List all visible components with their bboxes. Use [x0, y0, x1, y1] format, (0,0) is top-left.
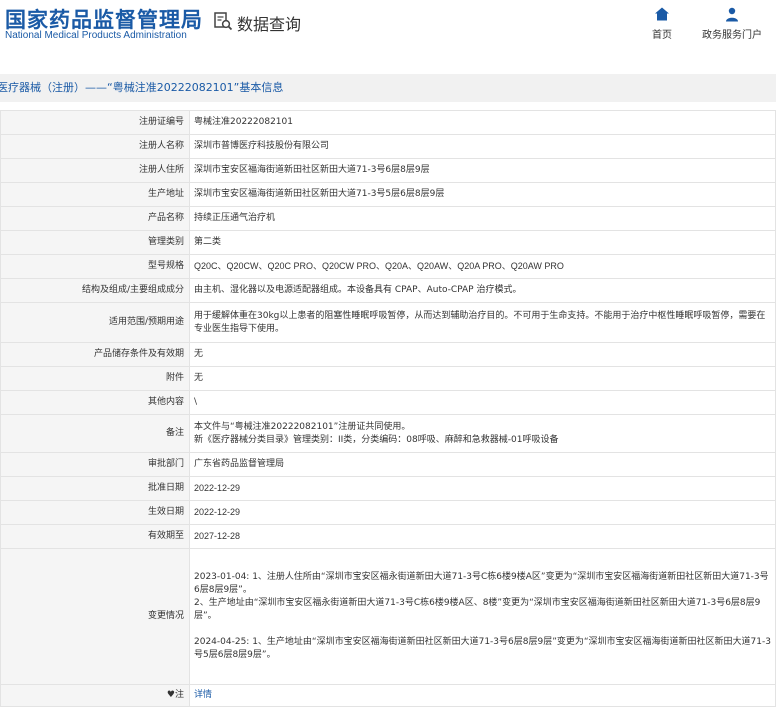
- field-value: 2022-12-29: [189, 476, 776, 501]
- field-label: 有效期至: [0, 524, 190, 549]
- field-value: 深圳市普博医疗科技股份有限公司: [189, 134, 776, 159]
- field-label: 产品名称: [0, 206, 190, 231]
- field-label: 结构及组成/主要组成成分: [0, 278, 190, 303]
- device-info-table: 注册证编号 粤械注准20222082101 注册人名称 深圳市普博医疗科技股份有…: [0, 110, 776, 707]
- data-query-label: 数据查询: [237, 15, 302, 34]
- field-label: 注册人名称: [0, 134, 190, 159]
- detail-title: 医疗器械（注册）——“粤械注准20222082101”基本信息: [0, 81, 284, 94]
- table-row: 适用范围/预期用途 用于缓解体重在30kg以上患者的阻塞性睡眠呼吸暂停，从而达到…: [0, 302, 776, 343]
- table-row: 注册人名称 深圳市普博医疗科技股份有限公司: [0, 134, 776, 159]
- change-entry: 2、生产地址由“深圳市宝安区福永街道新田大道71-3号C栋6楼9楼A区、8楼”变…: [194, 598, 761, 621]
- field-value: 广东省药品监督管理局: [189, 452, 776, 477]
- field-label: 注册证编号: [0, 110, 190, 135]
- field-value: 2027-12-28: [189, 524, 776, 549]
- field-value: 用于缓解体重在30kg以上患者的阻塞性睡眠呼吸暂停，从而达到辅助治疗目的。不可用…: [189, 302, 776, 343]
- table-row: 产品储存条件及有效期 无: [0, 342, 776, 367]
- change-entry: 2023-01-04: 1、注册人住所由“深圳市宝安区福永街道新田大道71-3号…: [194, 572, 769, 595]
- field-label: 审批部门: [0, 452, 190, 477]
- field-label: 生效日期: [0, 500, 190, 525]
- table-row: 型号规格 Q20C、Q20CW、Q20C PRO、Q20CW PRO、Q20A、…: [0, 254, 776, 279]
- table-row: 生效日期 2022-12-29: [0, 500, 776, 525]
- field-label: 附件: [0, 366, 190, 391]
- search-document-icon: [214, 12, 233, 31]
- table-row: 管理类别 第二类: [0, 230, 776, 255]
- field-label: 变更情况: [0, 548, 190, 685]
- field-value: 由主机、湿化器以及电源适配器组成。本设备具有 CPAP、Auto-CPAP 治疗…: [189, 278, 776, 303]
- field-value: 无: [189, 342, 776, 367]
- note-line: 本文件与“粤械注准20222082101”注册证共同使用。: [194, 421, 411, 432]
- field-label: 批准日期: [0, 476, 190, 501]
- table-row: ♥注 详情: [0, 684, 776, 707]
- change-entry: 2024-04-25: 1、生产地址由“深圳市宝安区福海街道新田社区新田大道71…: [194, 637, 771, 660]
- note-line: 新《医疗器械分类目录》管理类别：II类，分类编码：08呼吸、麻醉和急救器械-01…: [194, 434, 559, 445]
- field-value: \: [189, 390, 776, 415]
- field-value: 第二类: [189, 230, 776, 255]
- table-row: 产品名称 持续正压通气治疗机: [0, 206, 776, 231]
- table-row: 其他内容 \: [0, 390, 776, 415]
- field-value: 深圳市宝安区福海街道新田社区新田大道71-3号6层8层9层: [189, 158, 776, 183]
- field-label: 备注: [0, 414, 190, 453]
- nav-home-label: 首页: [652, 30, 672, 41]
- home-icon: [655, 7, 669, 21]
- detail-title-bar: 医疗器械（注册）——“粤械注准20222082101”基本信息: [0, 74, 776, 102]
- table-row: 有效期至 2027-12-28: [0, 524, 776, 549]
- table-row: 审批部门 广东省药品监督管理局: [0, 452, 776, 477]
- field-value: Q20C、Q20CW、Q20C PRO、Q20CW PRO、Q20A、Q20AW…: [189, 254, 776, 279]
- nav-government-portal[interactable]: 政务服务门户: [702, 6, 762, 41]
- field-label: 适用范围/预期用途: [0, 302, 190, 343]
- field-value: 详情: [189, 684, 776, 707]
- change-entry: [194, 623, 771, 636]
- field-label: 注册人住所: [0, 158, 190, 183]
- field-label: 产品储存条件及有效期: [0, 342, 190, 367]
- field-value: 深圳市宝安区福海街道新田社区新田大道71-3号5层6层8层9层: [189, 182, 776, 207]
- field-label: 生产地址: [0, 182, 190, 207]
- table-row: 生产地址 深圳市宝安区福海街道新田社区新田大道71-3号5层6层8层9层: [0, 182, 776, 207]
- table-row: 附件 无: [0, 366, 776, 391]
- details-link[interactable]: 详情: [194, 690, 212, 700]
- table-row: 批准日期 2022-12-29: [0, 476, 776, 501]
- nav-home[interactable]: 首页: [632, 6, 692, 41]
- field-label: ♥注: [0, 684, 190, 707]
- field-value: 持续正压通气治疗机: [189, 206, 776, 231]
- field-label: 型号规格: [0, 254, 190, 279]
- field-value: 本文件与“粤械注准20222082101”注册证共同使用。 新《医疗器械分类目录…: [189, 414, 776, 453]
- field-value: 2023-01-04: 1、注册人住所由“深圳市宝安区福永街道新田大道71-3号…: [189, 548, 776, 685]
- field-value: 无: [189, 366, 776, 391]
- site-header: 国家药品监督管理局 National Medical Products Admi…: [0, 0, 776, 74]
- user-icon: [726, 7, 738, 22]
- table-row: 注册人住所 深圳市宝安区福海街道新田社区新田大道71-3号6层8层9层: [0, 158, 776, 183]
- field-value: 2022-12-29: [189, 500, 776, 525]
- field-value: 粤械注准20222082101: [189, 110, 776, 135]
- table-row: 变更情况 2023-01-04: 1、注册人住所由“深圳市宝安区福永街道新田大道…: [0, 548, 776, 685]
- nav-government-portal-label: 政务服务门户: [702, 30, 762, 41]
- field-label: 其他内容: [0, 390, 190, 415]
- table-row: 结构及组成/主要组成成分 由主机、湿化器以及电源适配器组成。本设备具有 CPAP…: [0, 278, 776, 303]
- logo-subtitle: National Medical Products Administration: [5, 30, 187, 41]
- field-label: 管理类别: [0, 230, 190, 255]
- table-row: 注册证编号 粤械注准20222082101: [0, 110, 776, 135]
- table-row: 备注 本文件与“粤械注准20222082101”注册证共同使用。 新《医疗器械分…: [0, 414, 776, 453]
